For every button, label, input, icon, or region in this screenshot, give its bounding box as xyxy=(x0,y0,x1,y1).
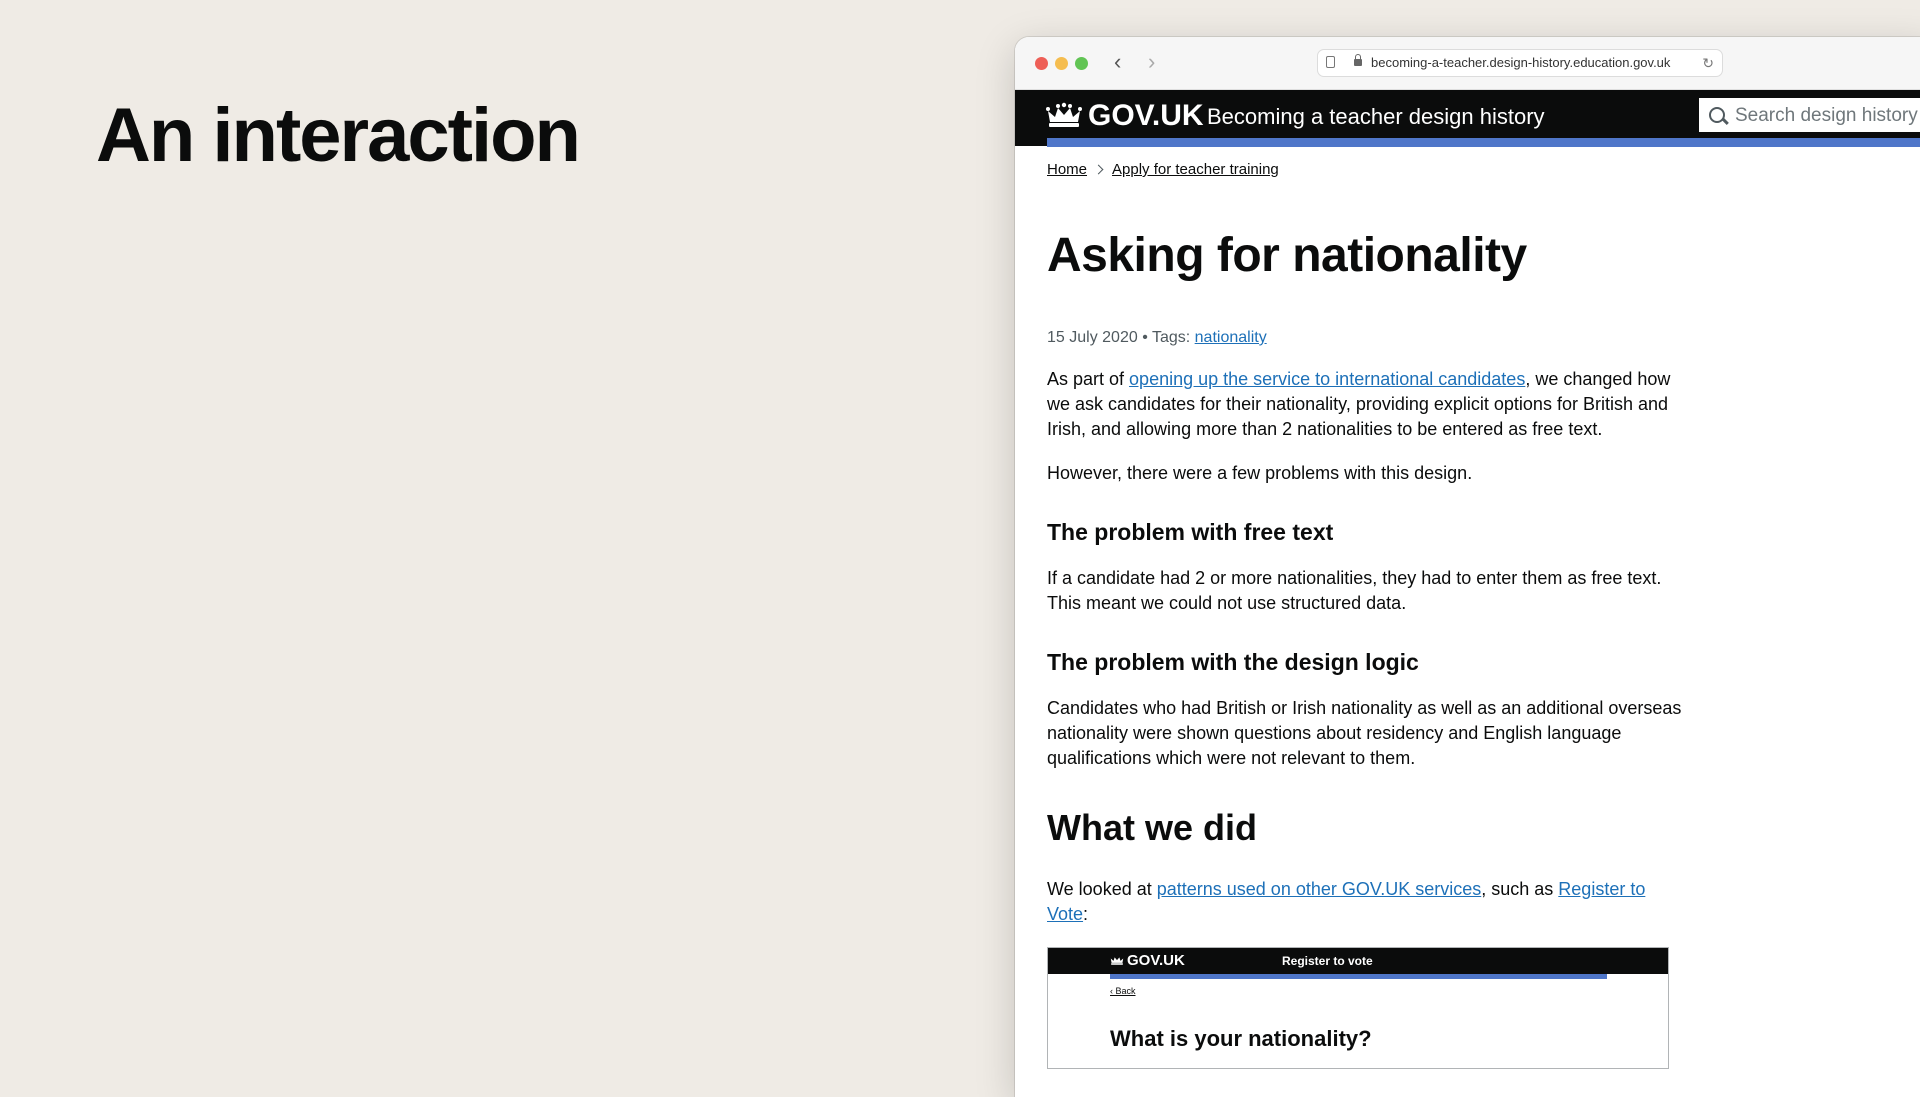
paragraph-what-we-did-end: : xyxy=(1083,904,1089,924)
breadcrumb: Home Apply for teacher training xyxy=(1047,161,1687,178)
reload-icon[interactable]: ↻ xyxy=(1702,50,1714,76)
lock-icon xyxy=(1354,54,1362,66)
embed-accent-bar xyxy=(1110,974,1607,979)
govuk-logo-text: GOV.UK xyxy=(1088,99,1204,132)
embed-logo-text: GOV.UK xyxy=(1127,952,1185,969)
browser-toolbar: ‹ › becoming-a-teacher.design-history.ed… xyxy=(1015,37,1920,90)
govuk-logo[interactable]: GOV.UK xyxy=(1046,99,1204,133)
page-title: Asking for nationality xyxy=(1047,229,1527,282)
crown-icon xyxy=(1046,102,1082,127)
other-services-link[interactable]: patterns used on other GOV.UK services xyxy=(1157,879,1482,899)
slide-title: An interaction xyxy=(96,93,581,178)
tags-label: • Tags: xyxy=(1142,329,1191,346)
heading-free-text: The problem with free text xyxy=(1047,519,1334,545)
embed-back-link: ‹ Back xyxy=(1110,986,1136,996)
paragraph-what-we-did-mid: , such as xyxy=(1481,879,1559,899)
embed-header: GOV.UK Register to vote xyxy=(1048,948,1668,974)
embed-service-name: Register to vote xyxy=(1282,954,1373,968)
url-text: becoming-a-teacher.design-history.educat… xyxy=(1371,55,1671,70)
address-bar[interactable]: becoming-a-teacher.design-history.educat… xyxy=(1317,49,1723,77)
chevron-right-icon xyxy=(1093,164,1104,175)
international-candidates-link[interactable]: opening up the service to international … xyxy=(1129,369,1525,389)
minimize-window-button[interactable] xyxy=(1055,57,1068,70)
register-to-vote-screenshot: GOV.UK Register to vote ‹ Back What is y… xyxy=(1047,947,1669,1069)
back-arrow-icon[interactable]: ‹ xyxy=(1114,50,1121,74)
service-name-link[interactable]: Becoming a teacher design history xyxy=(1207,104,1545,130)
embed-question-heading: What is your nationality? xyxy=(1110,1026,1372,1051)
tag-link-nationality[interactable]: nationality xyxy=(1195,329,1267,346)
forward-arrow-icon[interactable]: › xyxy=(1148,50,1155,74)
paragraph-intro: As part of opening up the service to int… xyxy=(1047,367,1687,442)
maximize-window-button[interactable] xyxy=(1075,57,1088,70)
main-content: Home Apply for teacher training Asking f… xyxy=(1047,147,1687,1069)
paragraph-free-text: If a candidate had 2 or more nationaliti… xyxy=(1047,568,1662,613)
browser-window: ‹ › becoming-a-teacher.design-history.ed… xyxy=(1015,37,1920,1097)
paragraph-problems: However, there were a few problems with … xyxy=(1047,463,1473,483)
post-date: 15 July 2020 xyxy=(1047,329,1138,346)
search-input[interactable]: Search design history xyxy=(1697,96,1920,134)
close-window-button[interactable] xyxy=(1035,57,1048,70)
header-accent-bar xyxy=(1047,138,1920,147)
paragraph-what-we-did: We looked at patterns used on other GOV.… xyxy=(1047,877,1687,927)
breadcrumb-apply-link[interactable]: Apply for teacher training xyxy=(1112,161,1279,178)
search-icon xyxy=(1709,107,1725,123)
heading-design-logic: The problem with the design logic xyxy=(1047,649,1419,675)
reader-mode-icon[interactable] xyxy=(1326,56,1335,68)
paragraph-design-logic: Candidates who had British or Irish nati… xyxy=(1047,698,1682,768)
embed-govuk-logo: GOV.UK xyxy=(1110,952,1185,969)
post-meta: 15 July 2020 • Tags: nationality xyxy=(1047,329,1687,347)
paragraph-what-we-did-start: We looked at xyxy=(1047,879,1157,899)
paragraph-intro-start: As part of xyxy=(1047,369,1130,389)
embed-crown-icon xyxy=(1110,957,1124,965)
breadcrumb-home-link[interactable]: Home xyxy=(1047,161,1087,178)
heading-what-we-did: What we did xyxy=(1047,807,1257,848)
search-placeholder: Search design history xyxy=(1735,105,1918,126)
